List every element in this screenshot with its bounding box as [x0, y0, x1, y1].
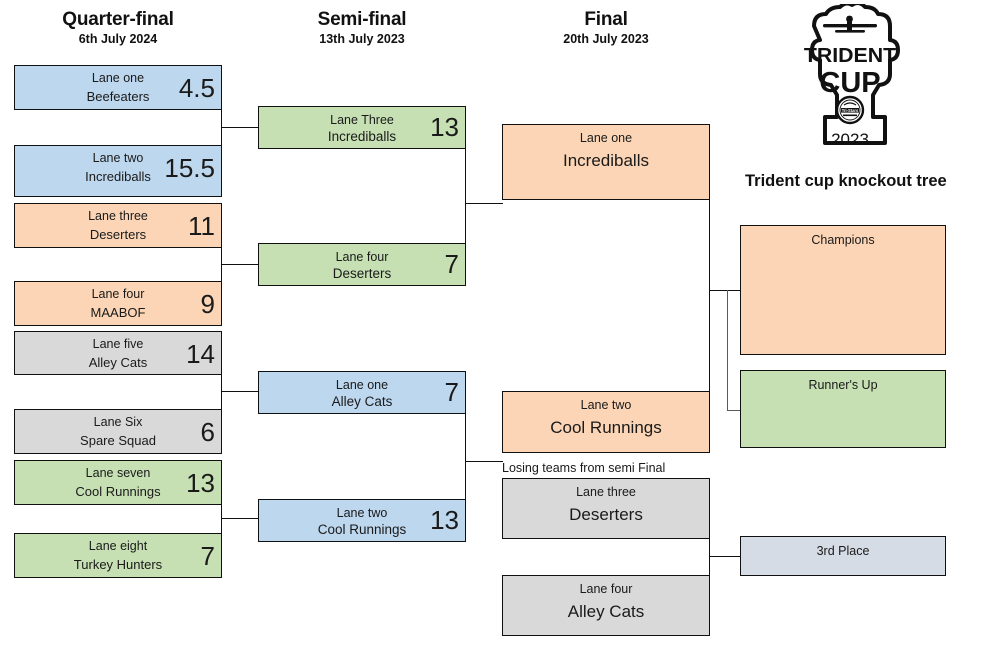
team-score: 13: [430, 505, 459, 535]
lane-label: Lane three: [576, 485, 636, 499]
third-place-box[interactable]: 3rd Place: [740, 536, 946, 576]
connector-runners-up-stem: [727, 410, 740, 412]
column-date: 6th July 2024: [78, 31, 158, 46]
losing-teams-note: Losing teams from semi Final: [502, 461, 666, 475]
team-score: 13: [430, 112, 459, 142]
champions-box[interactable]: Champions: [740, 225, 946, 355]
team-name: Cool Runnings: [550, 418, 662, 437]
team-name: Alley Cats: [567, 602, 645, 621]
team-name: Alley Cats: [331, 394, 393, 409]
connector-qf-pair-2-stem: [221, 264, 258, 266]
team-name: Turkey Hunters: [73, 557, 163, 572]
lane-label: Lane two: [580, 398, 632, 412]
connector-final-pair: [709, 200, 711, 391]
team-score: 13: [186, 468, 215, 498]
runners-up-box[interactable]: Runner's Up: [740, 370, 946, 448]
team-score: 7: [200, 541, 215, 571]
lane-label: Lane one: [579, 131, 633, 145]
quarter-final-match-lane-three[interactable]: Lane three Deserters 11: [14, 203, 222, 248]
lane-label: Lane four: [335, 250, 389, 264]
logo-badge: Tri-Stars: [835, 95, 865, 125]
team-score: 7: [444, 377, 459, 407]
connector-champions-stem: [709, 290, 740, 292]
column-heading-final: Final 20th July 2023: [502, 10, 710, 46]
quarter-final-match-lane-four[interactable]: Lane four MAABOF 9: [14, 281, 222, 326]
losing-team-lane-four[interactable]: Lane four Alley Cats: [502, 575, 710, 636]
team-score: 11: [188, 211, 215, 241]
team-score: 6: [200, 417, 215, 447]
semi-final-match-lane-three[interactable]: Lane Three Incrediballs 13: [258, 106, 466, 149]
logo-line1: TRIDENT: [804, 44, 897, 67]
bracket-diagram: Quarter-final 6th July 2024 Semi-final 1…: [0, 0, 999, 650]
diagram-caption: Trident cup knockout tree: [745, 172, 947, 190]
semi-final-match-lane-four[interactable]: Lane four Deserters 7: [258, 243, 466, 286]
quarter-final-match-lane-five[interactable]: Lane five Alley Cats 14: [14, 331, 222, 375]
connector-sf-pair-2: [465, 414, 467, 499]
connector-sf-pair-1-stem: [465, 203, 503, 205]
connector-third-place-stem: [709, 556, 740, 558]
quarter-final-match-lane-one[interactable]: Lane one Beefeaters 4.5: [14, 65, 222, 110]
quarter-final-match-lane-seven[interactable]: Lane seven Cool Runnings 13: [14, 460, 222, 505]
losing-team-lane-three[interactable]: Lane three Deserters: [502, 478, 710, 539]
result-label: Champions: [811, 233, 875, 247]
quarter-final-match-lane-eight[interactable]: Lane eight Turkey Hunters 7: [14, 533, 222, 578]
team-score: 4.5: [178, 73, 215, 103]
connector-runners-up-drop: [727, 290, 729, 411]
column-date: 20th July 2023: [563, 31, 649, 46]
column-title: Final: [584, 9, 628, 30]
connector-qf-pair-4-stem: [221, 518, 258, 520]
semi-final-match-lane-one[interactable]: Lane one Alley Cats 7: [258, 371, 466, 414]
result-label: 3rd Place: [816, 544, 870, 558]
final-match-lane-two[interactable]: Lane two Cool Runnings: [502, 391, 710, 453]
column-title: Semi-final: [317, 9, 407, 30]
team-name: Incrediballs: [563, 151, 649, 170]
connector-qf-pair-1-stem: [221, 127, 258, 129]
team-score: 14: [186, 339, 215, 369]
lane-label: Lane Six: [93, 415, 143, 429]
connector-qf-pair-3-stem: [221, 391, 258, 393]
connector-sf-pair-1: [465, 149, 467, 243]
lane-label: Lane one: [335, 378, 389, 392]
team-name: MAABOF: [90, 305, 146, 320]
column-date: 13th July 2023: [319, 31, 405, 46]
team-name: Deserters: [332, 266, 392, 281]
logo-line2: CUP: [819, 67, 880, 99]
quarter-final-match-lane-six[interactable]: Lane Six Spare Squad 6: [14, 409, 222, 454]
logo-badge-text: Tri-Stars: [842, 108, 859, 113]
team-name: Deserters: [569, 505, 643, 524]
lane-label: Lane eight: [88, 539, 148, 553]
quarter-final-match-lane-two[interactable]: Lane two Incrediballs 15.5: [14, 145, 222, 197]
team-score: 9: [200, 289, 215, 319]
connector-sf-pair-2-stem: [465, 461, 503, 463]
team-name: Spare Squad: [80, 433, 156, 448]
lane-label: Lane four: [91, 287, 145, 301]
column-heading-semi-final: Semi-final 13th July 2023: [258, 10, 466, 46]
trident-cup-logo: TRIDENT CUP Tri-Stars 2023: [790, 4, 910, 162]
result-label: Runner's Up: [808, 378, 878, 392]
lane-label: Lane four: [579, 582, 633, 596]
column-title: Quarter-final: [62, 9, 174, 30]
team-score: 7: [444, 249, 459, 279]
semi-final-match-lane-two[interactable]: Lane two Cool Runnings 13: [258, 499, 466, 542]
column-heading-quarter-final: Quarter-final 6th July 2024: [14, 10, 222, 46]
logo-year: 2023: [831, 130, 869, 149]
final-match-lane-one[interactable]: Lane one Incrediballs: [502, 124, 710, 200]
team-score: 15.5: [164, 153, 215, 183]
